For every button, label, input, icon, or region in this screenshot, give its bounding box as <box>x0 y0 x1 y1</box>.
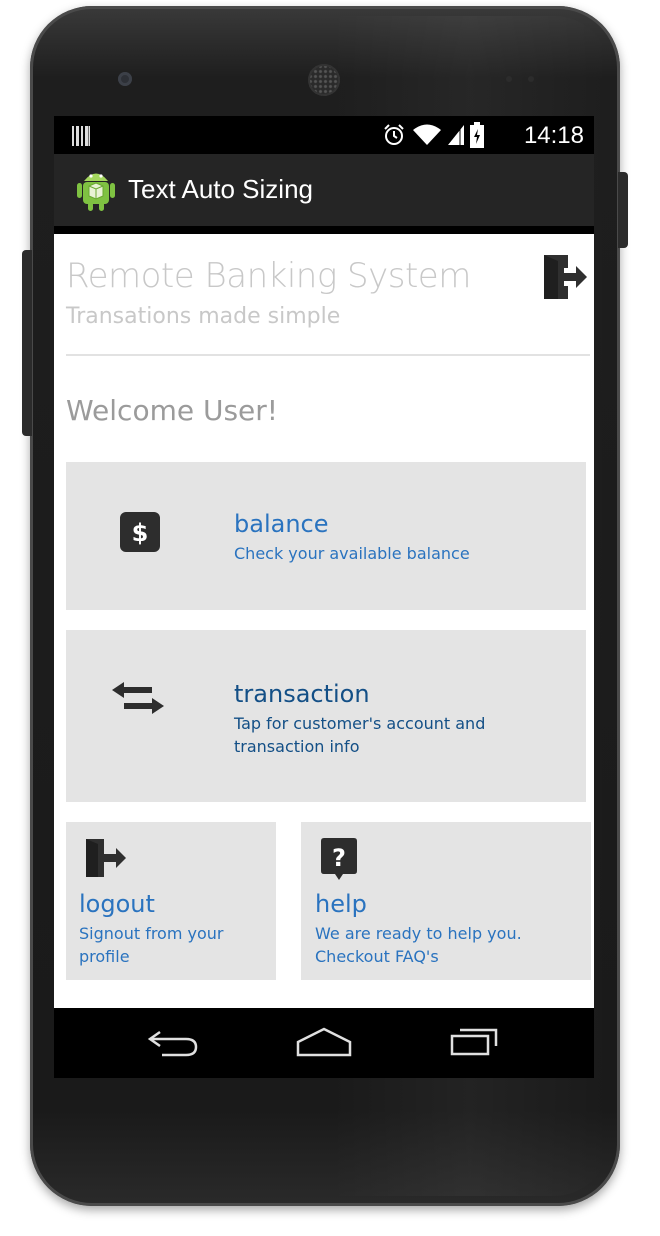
balance-description: Check your available balance <box>234 544 470 563</box>
header-divider <box>66 354 590 356</box>
exit-door-icon <box>86 839 126 877</box>
earpiece-speaker-icon <box>308 64 340 96</box>
help-tile[interactable]: ? help We are ready to help you. Checkou… <box>301 822 591 980</box>
exit-door-icon[interactable] <box>542 252 588 302</box>
light-sensor <box>528 76 534 82</box>
alarm-icon <box>384 124 404 145</box>
logout-tile[interactable]: logout Signout from your profile <box>66 822 276 980</box>
back-icon[interactable] <box>146 1028 200 1058</box>
action-bar-title: Text Auto Sizing <box>128 174 313 204</box>
logout-description: Signout from your profile <box>79 924 224 966</box>
page-title: Remote Banking System <box>66 256 471 296</box>
transfer-arrows-icon <box>112 682 164 714</box>
battery-icon <box>470 122 484 148</box>
balance-tile[interactable]: $ balance Check your available balance <box>66 462 586 610</box>
page-subtitle: Transations made simple <box>66 304 341 329</box>
android-icon[interactable] <box>76 168 116 212</box>
action-bar: Text Auto Sizing <box>54 154 594 226</box>
transaction-description: Tap for customer's account and transacti… <box>234 714 486 756</box>
status-time: 14:18 <box>523 122 584 149</box>
power-button <box>618 172 628 248</box>
transaction-title: transaction <box>234 680 370 708</box>
welcome-message: Welcome User! <box>66 394 279 427</box>
svg-text:?: ? <box>332 844 346 872</box>
screen: 14:18 Text Auto Sizing Remote Banking Sy… <box>54 116 594 1078</box>
balance-title: balance <box>234 510 329 538</box>
signal-icon <box>448 125 464 145</box>
logout-title: logout <box>79 890 155 918</box>
front-camera-icon <box>118 72 132 86</box>
wifi-icon <box>413 124 441 145</box>
help-description: We are ready to help you. Checkout FAQ's <box>315 924 522 966</box>
proximity-sensor <box>506 76 512 82</box>
barcode-notification-icon <box>72 126 90 146</box>
transaction-tile[interactable]: transaction Tap for customer's account a… <box>66 630 586 802</box>
dollar-icon: $ <box>120 512 160 552</box>
navigation-bar <box>54 1008 594 1078</box>
svg-text:$: $ <box>132 519 149 547</box>
recents-icon[interactable] <box>448 1024 502 1058</box>
help-question-icon: ? <box>321 838 357 880</box>
main-content: Remote Banking System Transations made s… <box>54 234 594 1008</box>
status-bar: 14:18 <box>54 116 594 154</box>
home-icon[interactable] <box>294 1026 354 1058</box>
status-icons <box>382 122 484 148</box>
volume-button <box>22 250 32 436</box>
help-title: help <box>315 890 367 918</box>
